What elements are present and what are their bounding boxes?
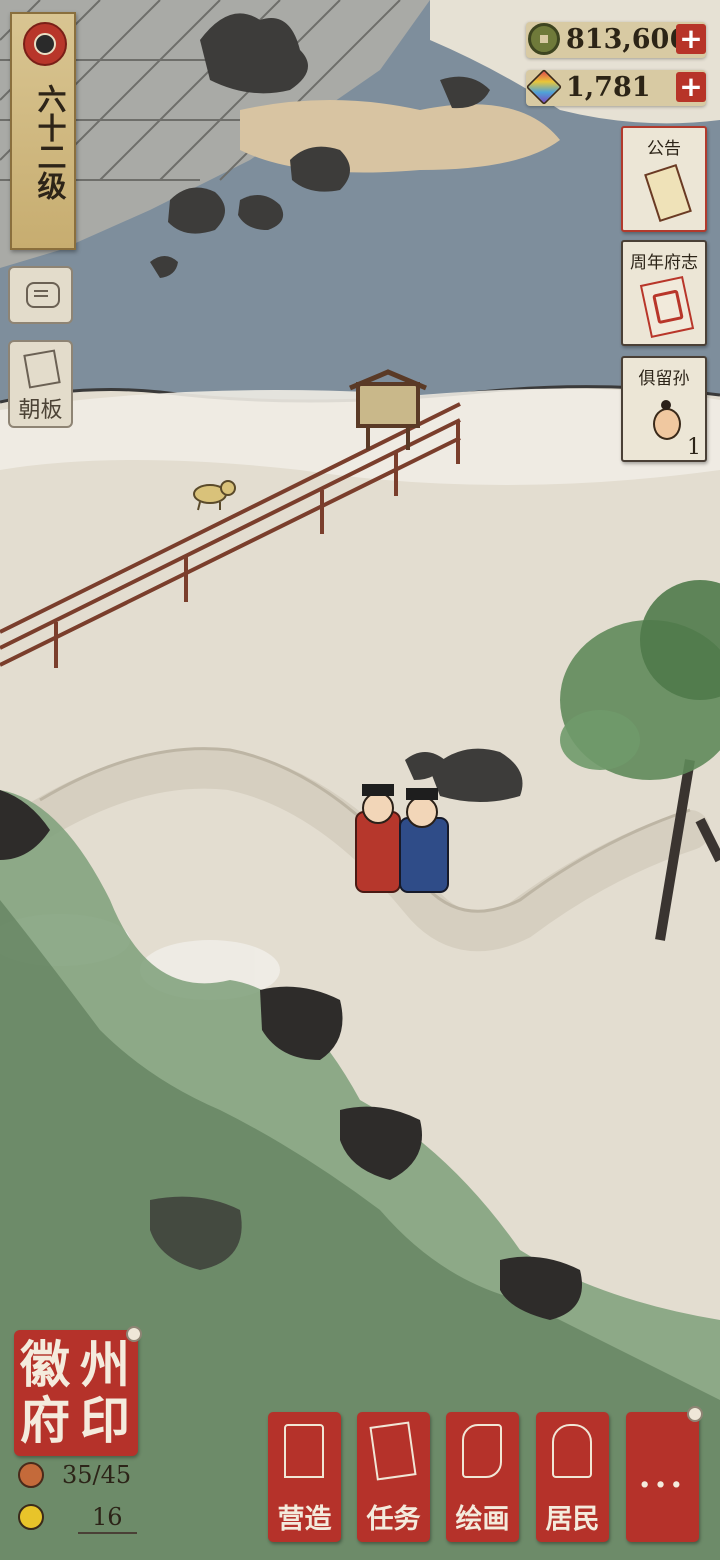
fan-emblem-icon — [23, 22, 67, 66]
scroll-painting-icon — [462, 1424, 502, 1478]
happy-face-icon — [18, 1504, 44, 1530]
prefecture-seal[interactable]: 州 徽 印 府 — [14, 1326, 142, 1456]
keep-character-card[interactable]: 俱留孙 1 — [621, 356, 707, 462]
population-value: 35/45 — [62, 1461, 132, 1489]
paint-button[interactable]: 绘画 — [446, 1412, 519, 1542]
seal-notification-dot — [126, 1326, 142, 1342]
seal-char-3: 印 — [80, 1391, 130, 1450]
happiness-value: 16 — [78, 1502, 137, 1534]
scroll-notice-icon — [644, 163, 692, 223]
pavilion-icon — [284, 1424, 324, 1478]
keep-title: 俱留孙 — [638, 369, 690, 389]
more-notification-dot — [687, 1406, 703, 1422]
board-button[interactable]: 朝板 — [8, 340, 73, 428]
gem-counter: 1,781 + — [525, 68, 706, 106]
gem-amount: 1,781 — [566, 72, 651, 103]
chat-bubble-icon — [26, 282, 60, 308]
build-button[interactable]: 营造 — [268, 1412, 341, 1542]
coin-icon — [528, 23, 560, 55]
task-label: 任务 — [366, 1504, 421, 1535]
game-map-scene[interactable] — [0, 0, 720, 1560]
seal-char-1: 州 — [80, 1335, 130, 1394]
level-label: 六十二级 — [33, 84, 67, 200]
more-button[interactable]: ... — [626, 1406, 703, 1542]
paint-label: 绘画 — [455, 1504, 510, 1535]
more-dots-icon: ... — [638, 1456, 687, 1496]
anniversary-book-icon — [639, 276, 695, 338]
anniversary-card[interactable]: 周年府志 — [621, 240, 707, 346]
task-book-icon — [369, 1421, 417, 1481]
build-label: 营造 — [277, 1504, 332, 1535]
board-label: 朝板 — [18, 398, 63, 423]
level-badge[interactable]: 六十二级 — [10, 12, 76, 250]
seal-char-0: 徽 — [20, 1335, 70, 1394]
resident-button[interactable]: 居民 — [536, 1412, 609, 1542]
resident-portrait-icon — [552, 1424, 592, 1478]
gem-icon — [525, 68, 563, 106]
anniversary-title: 周年府志 — [630, 253, 698, 273]
population-icon — [18, 1462, 44, 1488]
character-face-icon — [653, 400, 681, 440]
task-button[interactable]: 任务 — [357, 1412, 430, 1542]
announcement-card[interactable]: 公告 — [621, 126, 707, 232]
add-gems-button[interactable]: + — [676, 72, 706, 102]
add-coins-button[interactable]: + — [676, 24, 706, 54]
coin-counter: 813,606 + — [526, 22, 706, 58]
seal-char-2: 府 — [20, 1391, 70, 1450]
board-tablet-icon — [23, 349, 61, 389]
coin-amount: 813,606 — [566, 24, 689, 55]
resident-label: 居民 — [545, 1504, 600, 1535]
keep-count: 1 — [687, 435, 701, 460]
chat-button[interactable] — [8, 266, 73, 324]
announcement-title: 公告 — [647, 139, 681, 159]
